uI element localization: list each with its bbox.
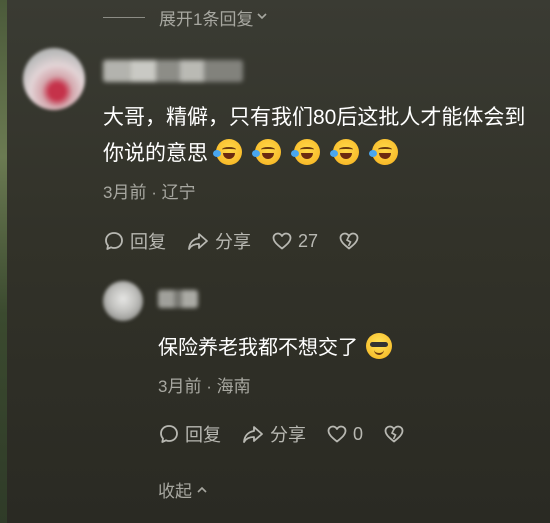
meta-separator: · (146, 183, 162, 202)
reply-label: 回复 (185, 425, 221, 445)
reply-label: 回复 (130, 232, 166, 252)
reply-date: 3月前 (158, 377, 202, 396)
rolling-on-floor-laughing-emoji-icon (252, 139, 281, 165)
like-button[interactable]: 27 (271, 230, 318, 252)
dislike-button[interactable] (383, 423, 405, 445)
broken-heart-icon (339, 232, 359, 250)
reply-actions: 回复 分享 0 (158, 421, 405, 447)
like-count: 0 (353, 423, 364, 444)
reply-meta: 3月前 · 海南 (158, 372, 251, 397)
reply-bubble-icon (160, 425, 178, 443)
sunglasses-smile-emoji-icon (366, 333, 392, 359)
reply-bubble-icon (105, 232, 123, 250)
reply-avatar[interactable] (103, 281, 143, 321)
rolling-on-floor-laughing-emoji-icon (330, 139, 359, 165)
reply-button[interactable]: 回复 (103, 228, 166, 254)
username-blurred[interactable] (103, 60, 243, 82)
heart-icon (272, 232, 292, 250)
expand-replies-link[interactable]: 展开1条回复 (103, 6, 268, 29)
reply-button[interactable]: 回复 (158, 421, 221, 447)
reply-text: 保险养老我都不想交了 (158, 333, 392, 363)
collapse-replies-link[interactable]: 收起 (158, 477, 209, 502)
comment-location: 辽宁 (161, 183, 196, 202)
rolling-on-floor-laughing-emoji-icon (213, 139, 242, 165)
rolling-on-floor-laughing-emoji-icon (369, 139, 398, 165)
comment-meta: 3月前 · 辽宁 (103, 178, 196, 203)
share-arrow-icon (243, 426, 263, 443)
dislike-button[interactable] (338, 230, 360, 252)
left-edge-strip (0, 0, 7, 523)
broken-heart-icon (384, 425, 404, 443)
collapse-label: 收起 (158, 482, 192, 501)
share-button[interactable]: 分享 (186, 228, 251, 254)
share-arrow-icon (188, 233, 208, 250)
rolling-on-floor-laughing-emoji-icon (291, 139, 320, 165)
reply-username-blurred[interactable] (158, 290, 198, 308)
chevron-up-icon (197, 486, 207, 493)
avatar[interactable] (23, 48, 85, 110)
comment-date: 3月前 (103, 183, 147, 202)
like-button[interactable]: 0 (326, 423, 363, 445)
expand-replies-label: 展开1条回复 (159, 9, 254, 29)
like-count: 27 (298, 230, 319, 251)
heart-icon (327, 425, 347, 443)
reply-location: 海南 (216, 377, 251, 396)
share-label: 分享 (215, 232, 251, 252)
divider-line (103, 16, 145, 18)
comment-text: 大哥，精僻，只有我们80后这批人才能体会到你说的意思 (103, 100, 543, 172)
meta-separator: · (201, 377, 217, 396)
emoji-group (208, 139, 398, 165)
chevron-down-icon (256, 9, 268, 25)
comment-actions: 回复 分享 27 (103, 228, 360, 254)
share-label: 分享 (270, 425, 306, 445)
share-button[interactable]: 分享 (241, 421, 306, 447)
reply-body: 保险养老我都不想交了 (158, 337, 358, 359)
